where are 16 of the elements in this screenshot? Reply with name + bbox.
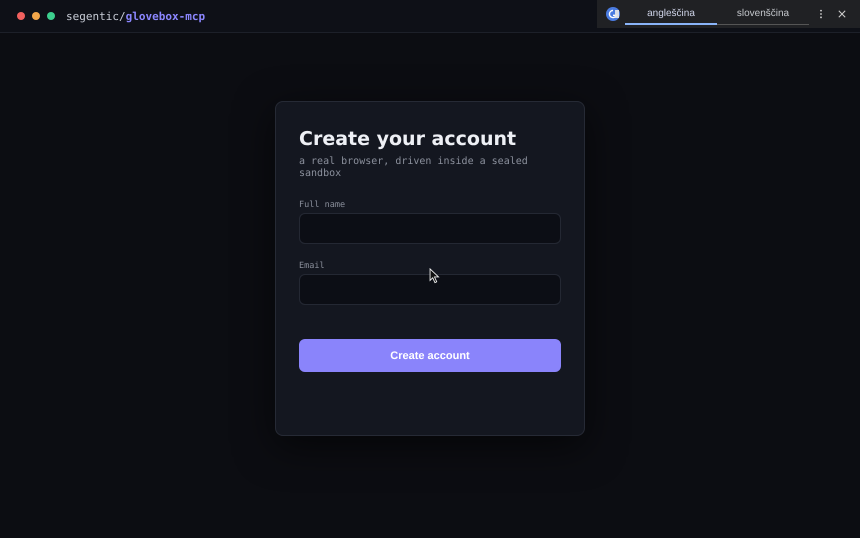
repo-path: segentic/glovebox-mcp — [66, 10, 206, 22]
input-field[interactable] — [299, 213, 561, 244]
language-tab[interactable]: angleščina — [625, 3, 717, 25]
form-subtitle: a real browser, driven inside a sealed sandbox — [299, 156, 529, 180]
form-title: Create your account — [299, 128, 518, 150]
minimize-dot-icon — [32, 12, 40, 20]
field-label: Full name — [299, 200, 346, 210]
close-dot-icon — [17, 12, 25, 20]
translate-icon[interactable] — [606, 7, 620, 21]
close-icon[interactable] — [838, 10, 846, 18]
more-options-icon[interactable] — [819, 9, 823, 19]
field-label: Email — [299, 261, 326, 271]
mouse-pointer-icon — [429, 268, 440, 284]
zoom-dot-icon — [47, 12, 55, 20]
language-tab[interactable]: slovenščina — [717, 3, 809, 25]
input-field[interactable] — [299, 274, 561, 305]
